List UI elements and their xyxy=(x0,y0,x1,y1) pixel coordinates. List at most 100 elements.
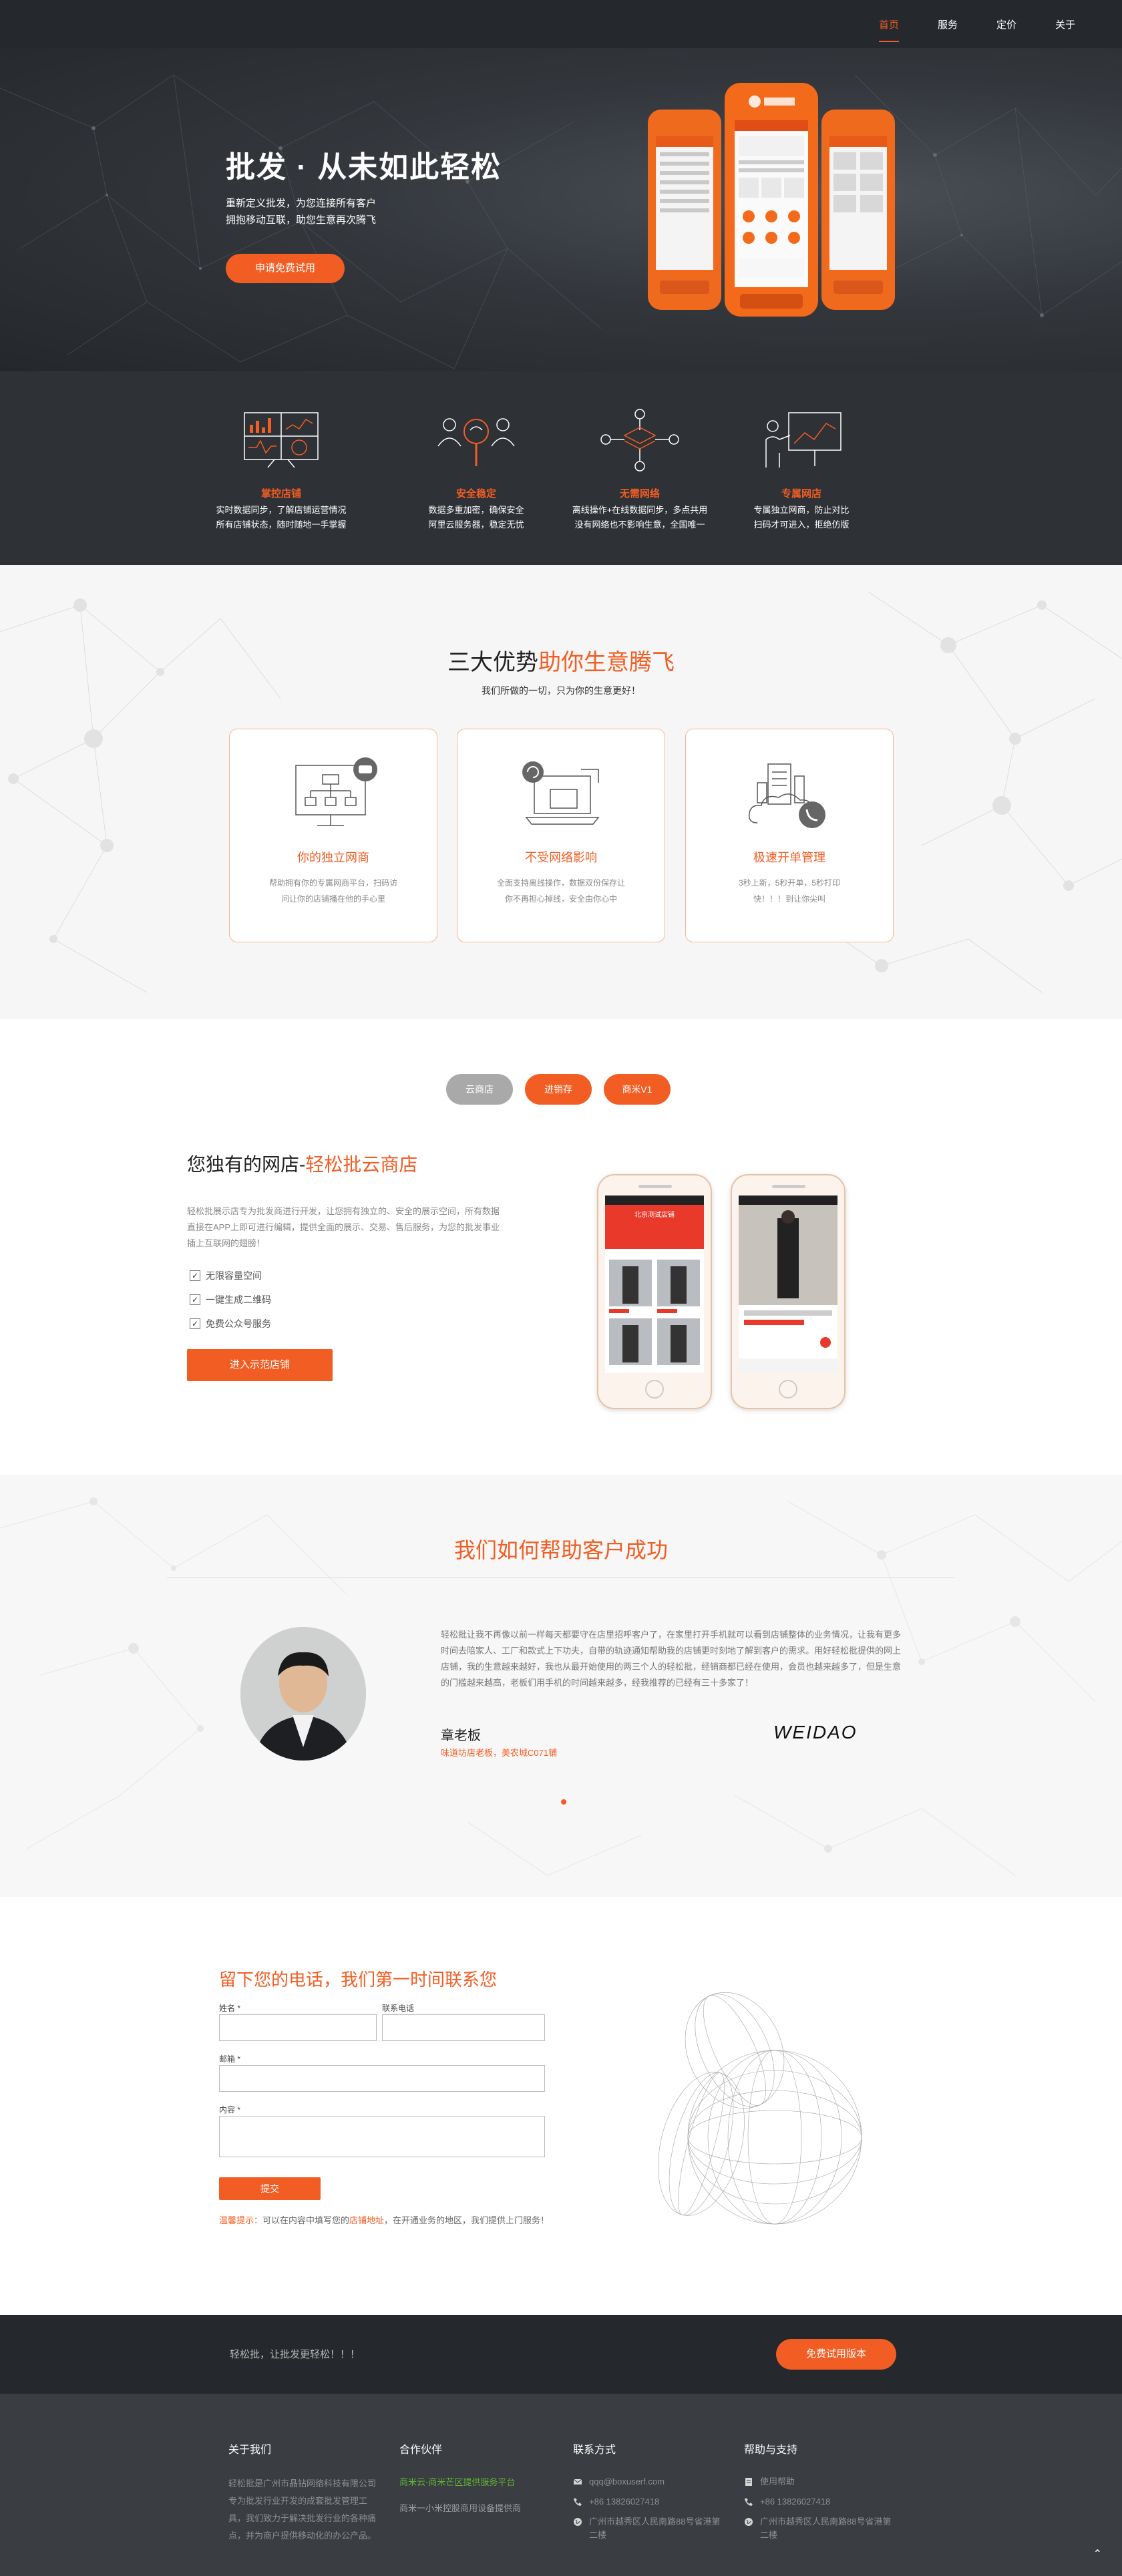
help-text: 使用帮助 xyxy=(760,2476,795,2487)
advantage-desc: 全面支持离线操作，数据双份保存让你不再担心掉线，安全由你心中 xyxy=(496,878,625,904)
email-field[interactable] xyxy=(219,2065,545,2092)
shop-title-accent: 轻松批云商店 xyxy=(305,1154,418,1175)
footer-heading: 联系方式 xyxy=(573,2444,616,2456)
pos-devices-image xyxy=(648,83,895,317)
carousel-dot[interactable] xyxy=(561,1799,566,1805)
footer-contact: 联系方式 qqq@boxuserf.com +86 13826027418 广州… xyxy=(573,2440,727,2549)
feature-desc-2: 扫码才可进入，拒绝仿版 xyxy=(753,520,850,530)
list-item: ✓ 免费公众号服务 xyxy=(190,1312,271,1336)
cloud-phone-icon xyxy=(749,763,825,828)
footer-heading: 合作伙伴 xyxy=(399,2444,443,2456)
checkbox-icon: ✓ xyxy=(190,1318,200,1329)
submit-button[interactable]: 提交 xyxy=(219,2177,321,2200)
testimonial-quote: 轻松批让我不再像以前一样每天都要守在店里招呼客户了，在家里打开手机就可以看到店铺… xyxy=(441,1630,902,1688)
shop-feature-list: ✓ 无限容量空间 ✓ 一键生成二维码 ✓ 免费公众号服务 xyxy=(190,1264,271,1336)
note-accent: 店铺地址 xyxy=(349,2215,385,2225)
product-detail-image xyxy=(739,1205,837,1373)
feature-desc-2: 阿里云服务器，稳定无忧 xyxy=(428,520,524,530)
globe-icon xyxy=(574,2518,582,2526)
feature-store-control: 掌控店铺 实时数据同步，了解店铺运营情况 所有店铺状态，随时随地一手掌握 xyxy=(204,406,358,532)
customer-logo: WEIDAO xyxy=(773,1722,858,1742)
customer-company: 味道坊店老板，美农城C071铺 xyxy=(441,1748,558,1758)
shop-title: 您独有的网店-轻松批云商店 xyxy=(187,1150,417,1177)
advantage-card-offline: 不受网络影响 全面支持离线操作，数据双份保存让你不再担心掉线，安全由你心中 xyxy=(457,729,665,942)
dashboard-icon xyxy=(244,412,319,468)
content-label: 内容 * xyxy=(219,2105,241,2114)
wireframe-sphere-graphic xyxy=(658,1992,862,2225)
nav-services[interactable]: 服务 xyxy=(938,17,958,31)
note-label: 温馨提示： xyxy=(219,2215,263,2225)
support-phone: +86 13826027418 xyxy=(744,2495,898,2509)
customer-avatar xyxy=(240,1627,366,1761)
support-help[interactable]: 使用帮助 xyxy=(744,2475,898,2489)
testimonial-section: 我们如何帮助客户成功 轻松批让我不再像以前一样每天都要守在店里招呼客户了，在家里… xyxy=(0,1475,1122,1897)
cta-banner: 轻松批，让批发更轻松！！！ 免费试用版本 xyxy=(0,2315,1122,2394)
team-magnifier-icon xyxy=(437,418,515,466)
monitor-chat-icon xyxy=(295,757,377,826)
phone-speaker xyxy=(772,1185,805,1188)
partner-link-2[interactable]: 商米一小米控股商用设备提供商 xyxy=(399,2501,553,2514)
about-text: 轻松批是广州市晶钻网络科技有限公司专为批发行业开发的成套批发管理工具，我们致力于… xyxy=(228,2478,377,2541)
phone-field[interactable] xyxy=(382,2014,545,2041)
phone-label: 联系电话 xyxy=(382,2004,415,2013)
mail-icon xyxy=(573,2478,582,2485)
product-tabs: 云商店 进销存 商米V1 xyxy=(446,1074,671,1105)
presentation-icon xyxy=(765,412,842,468)
document-icon xyxy=(745,2478,752,2486)
home-button xyxy=(645,1380,664,1399)
advantage-title: 不受网络影响 xyxy=(525,851,597,864)
address-text: 广州市越秀区人民南路88号省港第二楼 xyxy=(589,2517,721,2540)
feature-title: 安全稳定 xyxy=(455,488,496,500)
tab-inventory[interactable]: 进销存 xyxy=(525,1074,592,1105)
feature-offline: 无需网络 离线操作+在线数据同步，多点共用 没有网络也不影响生意，全国唯一 xyxy=(563,406,717,532)
network-nodes-icon xyxy=(600,409,679,472)
partner-link-1[interactable]: 商米云-商米芒区提供服务平台 xyxy=(399,2475,553,2488)
phone-screen xyxy=(739,1195,837,1373)
demo-shop-button[interactable]: 进入示范店铺 xyxy=(187,1349,333,1381)
pos-device-left xyxy=(648,110,721,310)
footer-partners: 合作伙伴 商米云-商米芒区提供服务平台 商米一小米控股商用设备提供商 xyxy=(399,2440,553,2527)
nav-home[interactable]: 首页 xyxy=(878,17,899,42)
name-field[interactable] xyxy=(219,2014,377,2041)
free-version-button[interactable]: 免费试用版本 xyxy=(776,2339,896,2370)
phone-text: +86 13826027418 xyxy=(760,2497,831,2507)
footer-heading: 帮助与支持 xyxy=(744,2444,798,2456)
page: 首页 服务 定价 关于 批发 · 从未如此轻松 重新定义批发，为您连接所有客户 … xyxy=(0,0,1122,2576)
contact-section: 留下您的电话，我们第一时间联系您 姓名 * 联系电话 邮箱 * 内容 * 提交 … xyxy=(0,1897,1122,2315)
hero-subtitle: 重新定义批发，为您连接所有客户 拥抱移动互联，助您生意再次腾飞 xyxy=(226,195,376,228)
contact-address: 广州市越秀区人民南路88号省港第二楼 xyxy=(573,2515,727,2542)
phone-speaker xyxy=(638,1185,672,1188)
nav-about[interactable]: 关于 xyxy=(1055,17,1075,31)
advantage-desc: 3秒上新，5秒开单，5秒打印快！！！到让你尖叫 xyxy=(738,878,841,904)
content-textarea[interactable] xyxy=(219,2116,545,2157)
customer-name: 章老板 xyxy=(441,1728,481,1743)
shop-description: 轻松批展示店专为批发商进行开发，让您拥有独立的、安全的展示空间，所有数据直接在A… xyxy=(187,1206,500,1248)
cta-text: 轻松批，让批发更轻松！！！ xyxy=(230,2349,361,2360)
footer-support: 帮助与支持 使用帮助 +86 13826027418 广州市越秀区人民南路88号… xyxy=(744,2440,898,2549)
advantages-section: 三大优势助你生意腾飞 我们所做的一切，只为你的生意更好！ 你的独立网商 帮助拥有… xyxy=(0,565,1122,1019)
advantage-title: 你的独立网商 xyxy=(297,851,369,864)
tab-sunmi-v1[interactable]: 商米V1 xyxy=(604,1074,671,1105)
phone-icon xyxy=(574,2498,582,2506)
list-item: ✓ 一键生成二维码 xyxy=(190,1288,271,1312)
nav-pricing[interactable]: 定价 xyxy=(996,17,1016,31)
note-text-2: ，在开通业务的地区，我们提供上门服务！ xyxy=(384,2215,550,2225)
tab-cloud-shop[interactable]: 云商店 xyxy=(446,1074,513,1105)
pos-device-center xyxy=(725,83,818,317)
name-label: 姓名 * xyxy=(219,2004,241,2013)
contact-phone: +86 13826027418 xyxy=(573,2495,727,2509)
address-text: 广州市越秀区人民南路88号省港第二楼 xyxy=(760,2517,892,2540)
advantages-title-accent: 助你生意腾飞 xyxy=(538,650,675,675)
check-label: 无限容量空间 xyxy=(206,1270,262,1281)
feature-desc-1: 实时数据同步，了解店铺运营情况 xyxy=(216,505,347,515)
back-to-top-icon[interactable]: ⌃ xyxy=(1093,2547,1102,2561)
free-trial-button[interactable]: 申请免费试用 xyxy=(226,254,345,283)
checkbox-icon: ✓ xyxy=(190,1294,200,1305)
phone-mockup-right xyxy=(731,1174,846,1409)
globe-icon xyxy=(745,2518,753,2526)
advantage-title: 极速开单管理 xyxy=(753,851,825,864)
contact-title: 留下您的电话，我们第一时间联系您 xyxy=(219,1970,498,1990)
footer: 关于我们 轻松批是广州市晶钻网络科技有限公司专为批发行业开发的成套批发管理工具，… xyxy=(0,2394,1122,2576)
phone-screen: 北京测试店铺 xyxy=(605,1195,704,1373)
advantage-card-speed: 极速开单管理 3秒上新，5秒开单，5秒打印快！！！到让你尖叫 xyxy=(685,729,894,942)
